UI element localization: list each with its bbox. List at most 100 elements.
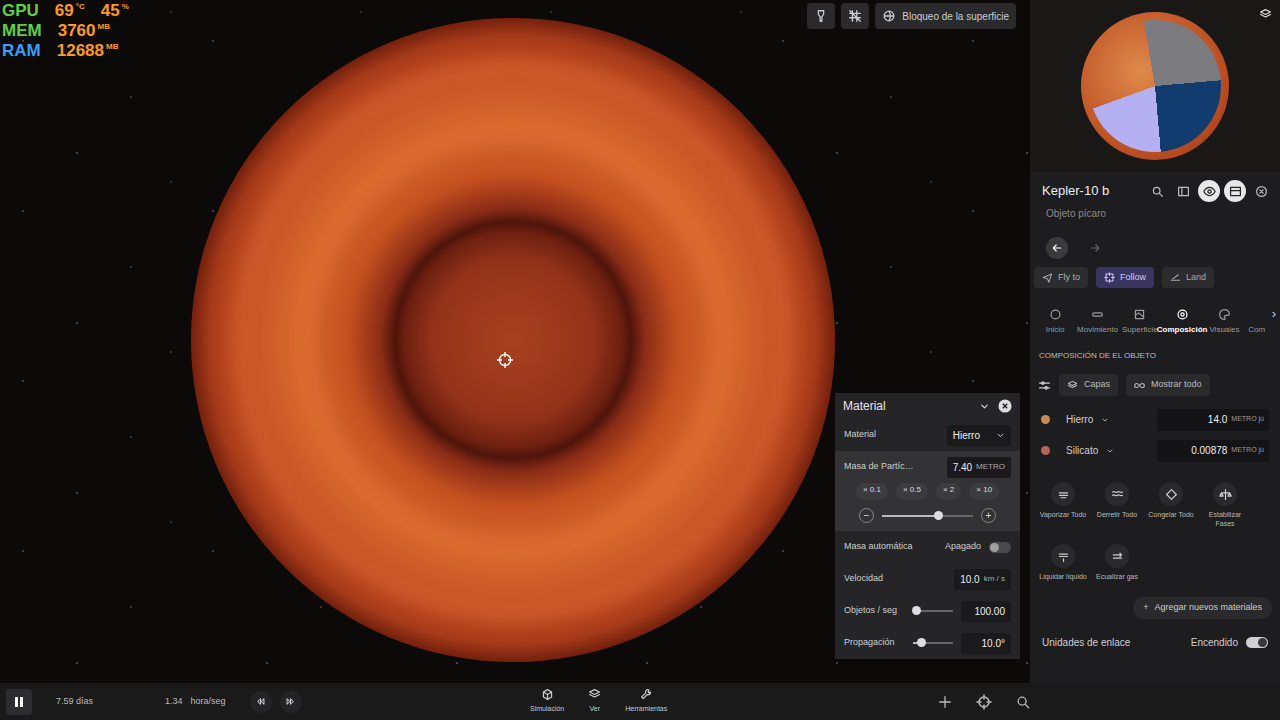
slider-track[interactable]: [913, 642, 953, 644]
tab-icon: [1133, 308, 1146, 321]
main-menu: Simulación Ver Herramientas: [530, 688, 730, 715]
close-icon[interactable]: [1250, 180, 1272, 202]
panel-icon[interactable]: [1172, 180, 1194, 202]
add-icon[interactable]: [938, 695, 952, 709]
tab-icon: [1218, 308, 1231, 321]
menu-icon: [640, 688, 653, 701]
action-label: Fly to: [1058, 271, 1080, 285]
search-icon[interactable]: [1016, 695, 1030, 709]
rate-value: 100.00: [974, 604, 1005, 619]
search-icon[interactable]: [1146, 180, 1168, 202]
material-row: Silicato0.00878METRO jú: [1030, 435, 1280, 466]
flashlight-icon: [814, 9, 828, 23]
tabs-more-arrow[interactable]: ›: [1268, 304, 1276, 324]
panel-tab[interactable]: Composición: [1161, 304, 1203, 336]
panel-tab[interactable]: Com: [1246, 304, 1268, 336]
close-icon[interactable]: [998, 399, 1012, 413]
view-button[interactable]: Mostrar todo: [1126, 374, 1210, 396]
rewind-icon[interactable]: [250, 691, 272, 713]
target-icon[interactable]: [976, 694, 992, 710]
slider-thumb[interactable]: [934, 511, 943, 520]
rate-field[interactable]: 100.00: [961, 601, 1011, 622]
toggle-switch[interactable]: [1246, 637, 1268, 648]
panel-tab[interactable]: Visuales: [1203, 304, 1245, 336]
tool-button[interactable]: Estabilizar Fases: [1200, 482, 1250, 528]
surface-lock-label: Bloqueo de la superficie: [902, 9, 1009, 24]
toggle-knob: [1258, 638, 1267, 647]
hud-row: RAM12688MB: [2, 41, 129, 61]
view-button[interactable]: Capas: [1059, 374, 1118, 396]
tab-label: Composición: [1157, 324, 1208, 336]
panel-tab[interactable]: Superficie: [1119, 304, 1161, 336]
slider-thumb[interactable]: [912, 606, 921, 615]
add-materials-button[interactable]: + Agregar nuevos materiales: [1133, 597, 1272, 619]
mass-field[interactable]: 7.40METRO: [947, 457, 1011, 478]
action-icon: [1170, 272, 1181, 283]
tool-icon: [1105, 544, 1129, 568]
tab-icon: [1176, 308, 1189, 321]
tool-label: Congelar Todo: [1148, 510, 1193, 519]
back-arrow-icon[interactable]: [1046, 237, 1068, 259]
toggle-switch[interactable]: [989, 542, 1011, 553]
material-row: Hierro14.0METRO jú: [1030, 404, 1280, 435]
flashlight-button[interactable]: [807, 3, 835, 29]
tab-label: Visuales: [1209, 324, 1239, 336]
plus-label: +: [1143, 601, 1148, 615]
pause-icon[interactable]: [6, 689, 32, 715]
fast-forward-icon[interactable]: [280, 691, 302, 713]
panel-tab[interactable]: Movimiento: [1076, 304, 1118, 336]
viewport[interactable]: GPU69°C45%MEM3760MBRAM12688MBBloqueo de …: [0, 0, 1030, 683]
camera-actions: Fly to Follow Land: [1030, 259, 1280, 288]
tool-button[interactable]: Derretir Todo: [1092, 482, 1142, 528]
multiplier-button[interactable]: × 0.5: [896, 483, 928, 500]
menu-button[interactable]: Herramientas: [625, 688, 667, 715]
surface-lock-button[interactable]: Bloqueo de la superficie: [875, 3, 1016, 29]
panel-tab[interactable]: Inicio: [1034, 304, 1076, 336]
tool-icon: [1051, 544, 1075, 568]
mass-row: Masa de Partíc…7.40METRO: [835, 451, 1020, 483]
sim-speed-unit: hora/seg: [183, 695, 226, 709]
slider-track[interactable]: [913, 610, 953, 612]
camera-action-button[interactable]: Fly to: [1034, 267, 1088, 288]
hud-number: 12688: [57, 41, 104, 61]
mass-value: 7.40: [953, 460, 972, 475]
tool-row: Vaporizar TodoDerretir Todo Congelar Todo…: [1030, 466, 1280, 528]
multiplier-button[interactable]: × 10: [969, 483, 999, 500]
view-icon: [1134, 380, 1145, 391]
material-amount[interactable]: 14.0METRO jú: [1157, 409, 1269, 431]
velocity-label: Velocidad: [844, 572, 883, 586]
multiplier-button[interactable]: × 2: [936, 483, 961, 500]
tool-button[interactable]: Liquidar líquido: [1038, 544, 1088, 581]
hud-label: GPU: [2, 1, 39, 21]
material-dot: [1041, 446, 1050, 455]
tool-button[interactable]: Ecualizar gas: [1092, 544, 1142, 581]
crosshair-icon: [497, 347, 513, 363]
hud-row: GPU69°C45%: [2, 1, 129, 21]
velocity-field[interactable]: 10.0km / s: [954, 569, 1011, 590]
hud-number: 45: [101, 1, 120, 21]
camera-action-button[interactable]: Land: [1162, 267, 1214, 288]
spread-field[interactable]: 10.0°: [961, 633, 1011, 654]
material-select[interactable]: Hierro: [947, 425, 1011, 446]
tool-button[interactable]: Congelar Todo: [1146, 482, 1196, 528]
eye-icon[interactable]: [1198, 180, 1220, 202]
time-controls: 7.59 días1.34hora/seg: [0, 689, 530, 715]
object-title: Kepler-10 b: [1038, 181, 1109, 201]
menu-button[interactable]: Simulación: [530, 688, 564, 715]
grid-button[interactable]: [841, 3, 869, 29]
camera-action-button[interactable]: Follow: [1096, 267, 1154, 288]
slider-thumb[interactable]: [917, 638, 926, 647]
material-amount[interactable]: 0.00878METRO jú: [1157, 440, 1269, 462]
window-icon[interactable]: [1224, 180, 1246, 202]
multiplier-button[interactable]: × 0.1: [856, 483, 888, 500]
material-dot: [1041, 415, 1050, 424]
planet[interactable]: [191, 18, 835, 662]
add-materials-label: Agregar nuevos materiales: [1154, 601, 1262, 615]
spread-label: Propagación: [844, 636, 895, 650]
forward-arrow-icon[interactable]: [1084, 237, 1106, 259]
menu-button[interactable]: Ver: [588, 688, 601, 715]
tool-button[interactable]: Vaporizar Todo: [1038, 482, 1088, 528]
increase-button[interactable]: +: [981, 508, 996, 523]
decrease-button[interactable]: −: [859, 508, 874, 523]
slider-track[interactable]: [882, 515, 973, 517]
